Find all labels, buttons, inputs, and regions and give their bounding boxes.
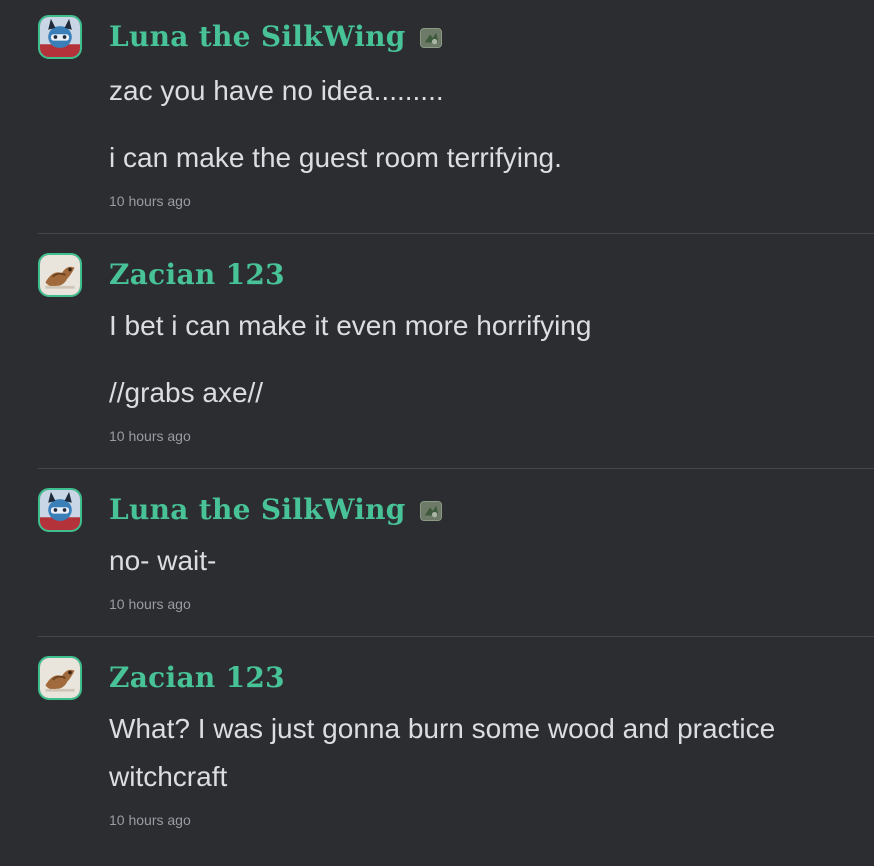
message-item: Zacian 123 What? I was just gonna burn s… [38, 637, 874, 852]
message-text: zac you have no idea......... [109, 75, 444, 106]
message-thread: Luna the SilkWing zac you have no idea..… [0, 0, 874, 852]
author-name[interactable]: Luna the SilkWing [109, 493, 406, 526]
zacian-avatar[interactable] [38, 656, 82, 700]
message-text: no- wait- [109, 545, 217, 576]
luna-avatar[interactable] [38, 488, 82, 532]
message-item: Zacian 123 I bet i can make it even more… [38, 234, 874, 469]
message-text: i can make the guest room terrifying. [109, 142, 562, 173]
author-name[interactable]: Zacian 123 [109, 661, 285, 694]
message-text: //grabs axe// [109, 377, 264, 408]
timestamp[interactable]: 10 hours ago [109, 595, 874, 613]
zacian-avatar[interactable] [38, 253, 82, 297]
author-name[interactable]: Zacian 123 [109, 258, 285, 291]
message-text: I bet i can make it even more horrifying [109, 310, 592, 341]
timestamp[interactable]: 10 hours ago [109, 427, 874, 445]
timestamp[interactable]: 10 hours ago [109, 192, 874, 210]
author-name[interactable]: Luna the SilkWing [109, 20, 406, 53]
timestamp[interactable]: 10 hours ago [109, 811, 874, 829]
message-item: Luna the SilkWing zac you have no idea..… [38, 0, 874, 234]
custom-badge-icon [419, 28, 442, 48]
custom-badge-icon [419, 501, 442, 521]
message-text: What? I was just gonna burn some wood an… [109, 713, 776, 792]
message-item: Luna the SilkWing no- wait- 10 hours ago [38, 469, 874, 637]
luna-avatar[interactable] [38, 15, 82, 59]
